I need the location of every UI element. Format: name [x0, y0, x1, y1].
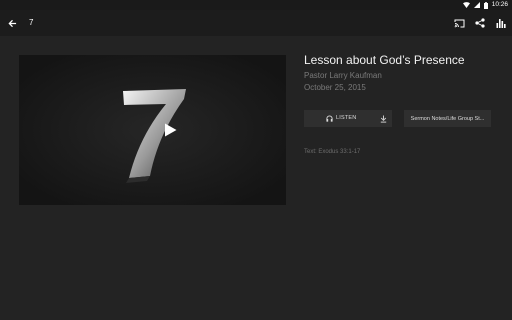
signal-icon — [473, 2, 480, 8]
headphones-icon — [326, 115, 333, 122]
action-buttons: LISTEN Sermon Notes/Life Group St... — [304, 110, 491, 127]
arrow-back-icon — [7, 19, 16, 27]
bar-chart-icon — [496, 19, 506, 28]
download-icon — [380, 115, 386, 123]
play-button[interactable] — [162, 122, 178, 138]
status-time: 10:26 — [491, 1, 508, 8]
listen-button[interactable]: LISTEN — [304, 110, 392, 127]
video-player[interactable]: 7 — [19, 55, 286, 205]
share-icon — [475, 18, 485, 28]
status-bar: 10:26 — [0, 0, 512, 10]
listen-content: LISTEN — [326, 114, 356, 123]
sermon-details: Lesson about God’s Presence Pastor Larry… — [304, 52, 504, 155]
app-bar-actions — [453, 16, 507, 30]
video-thumbnail: 7 — [19, 55, 286, 205]
sermon-title: Lesson about God’s Presence — [304, 53, 465, 67]
wifi-icon — [462, 2, 470, 8]
share-button[interactable] — [474, 16, 486, 30]
listen-label: LISTEN — [336, 115, 357, 121]
sermon-notes-label: Sermon Notes/Life Group St... — [410, 115, 485, 122]
cast-button[interactable] — [453, 16, 465, 30]
download-button[interactable] — [378, 113, 388, 124]
cast-icon — [454, 19, 464, 27]
app-bar: 7 — [0, 10, 512, 36]
battery-icon — [483, 1, 488, 9]
scripture-reference: Text: Exodus 33:1-17 — [304, 149, 361, 155]
page-title: 7 — [29, 18, 34, 27]
status-icons: 10:26 — [462, 1, 508, 9]
sermon-notes-button[interactable]: Sermon Notes/Life Group St... — [404, 110, 491, 127]
sermon-date: October 25, 2015 — [304, 83, 366, 92]
back-button[interactable] — [5, 16, 19, 30]
sermon-speaker: Pastor Larry Kaufman — [304, 71, 382, 80]
play-icon — [164, 123, 176, 137]
stats-button[interactable] — [495, 16, 507, 30]
